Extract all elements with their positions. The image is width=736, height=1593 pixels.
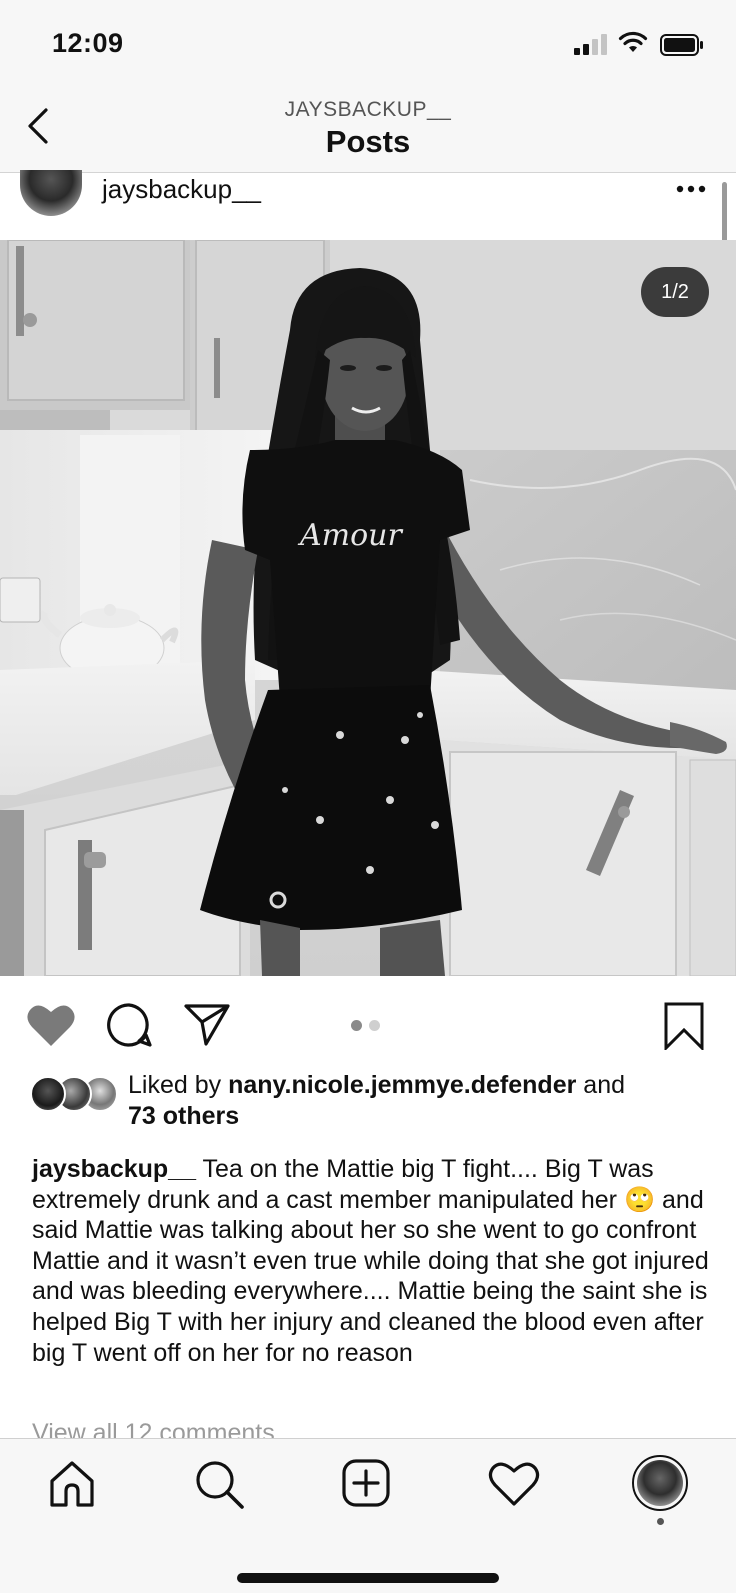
bookmark-icon[interactable] (664, 1002, 704, 1050)
liker-username[interactable]: nany.nicole.jemmye.defender (228, 1071, 576, 1099)
shirt-lettering: Amour (297, 518, 403, 553)
page-title: Posts (325, 124, 411, 159)
carousel-dot-active (351, 1020, 362, 1031)
likes-conjunction: and (576, 1071, 626, 1099)
caption-username[interactable]: jaysbackup__ (32, 1155, 196, 1183)
photo-scene: Amour (0, 240, 736, 976)
account-name: JAYSBACKUP__ (284, 98, 452, 121)
wifi-icon (618, 31, 648, 52)
bottom-tab-bar (0, 1438, 736, 1593)
profile-photo (637, 1460, 683, 1506)
action-bar (0, 976, 736, 1066)
likes-prefix: Liked by (128, 1071, 229, 1099)
carousel-dot (369, 1020, 380, 1031)
view-comments-link[interactable]: View all 12 comments (32, 1418, 275, 1440)
status-bar: 12:09 (0, 0, 736, 90)
profile-avatar-icon[interactable] (632, 1455, 688, 1511)
profile-indicator-dot (657, 1518, 664, 1525)
carousel-dots (351, 1020, 385, 1032)
add-post-icon[interactable] (342, 1459, 390, 1507)
caption-text: Tea on the Mattie big T fight.... Big T … (32, 1155, 709, 1367)
status-time: 12:09 (52, 28, 124, 58)
comment-bubble-icon[interactable] (106, 1002, 152, 1048)
more-dots-icon[interactable] (676, 184, 706, 194)
home-icon[interactable] (48, 1459, 96, 1509)
battery-icon (660, 34, 703, 56)
post-author-avatar[interactable] (20, 170, 82, 216)
heart-filled-icon[interactable] (26, 1002, 76, 1048)
post-header: jaysbackup__ (0, 170, 736, 240)
post-caption: jaysbackup__ Tea on the Mattie big T fig… (32, 1154, 717, 1368)
image-counter-badge: 1/2 (641, 267, 709, 317)
liker-avatar (30, 1076, 66, 1112)
paper-plane-icon[interactable] (184, 1002, 230, 1046)
post-photo[interactable]: Amour (0, 240, 736, 976)
home-indicator[interactable] (237, 1573, 499, 1583)
likes-others[interactable]: 73 others (128, 1102, 239, 1130)
heart-outline-icon[interactable] (488, 1461, 540, 1507)
nav-header: JAYSBACKUP__ Posts (0, 90, 736, 173)
search-icon[interactable] (194, 1459, 246, 1511)
likes-summary[interactable]: Liked by nany.nicole.jemmye.defender and… (128, 1070, 718, 1132)
liker-avatars[interactable] (30, 1076, 120, 1112)
cellular-signal-icon (574, 34, 607, 55)
post-username[interactable]: jaysbackup__ (102, 174, 261, 205)
likes-row: Liked by nany.nicole.jemmye.defender and… (30, 1070, 720, 1140)
